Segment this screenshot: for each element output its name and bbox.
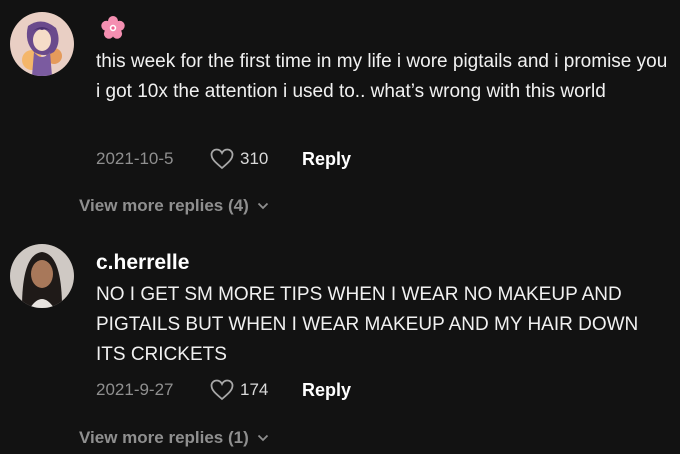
- chevron-down-icon: [257, 434, 268, 442]
- chevron-down-icon: [257, 202, 268, 210]
- like-count: 310: [240, 149, 269, 168]
- cherry-blossom-icon: [101, 16, 125, 39]
- avatar[interactable]: [10, 12, 74, 76]
- reply-button[interactable]: Reply: [302, 380, 351, 401]
- avatar-illustration-icon: [10, 12, 74, 76]
- comment-text: NO I GET SM MORE TIPS WHEN I WEAR NO MAK…: [96, 284, 639, 365]
- view-more-replies-label: View more replies (1): [79, 428, 249, 447]
- avatar[interactable]: [10, 244, 74, 308]
- heart-icon: [210, 379, 234, 401]
- comment-date: 2021-9-27: [96, 380, 174, 399]
- comment-date: 2021-10-5: [96, 149, 174, 168]
- reply-button[interactable]: Reply: [302, 149, 351, 170]
- like-button[interactable]: 174: [210, 379, 302, 401]
- comment-meta: 2021-10-5 310 Reply: [96, 145, 351, 173]
- heart-icon: [210, 148, 234, 170]
- like-button[interactable]: 310: [210, 148, 302, 170]
- view-more-replies-button[interactable]: View more replies (1): [79, 428, 269, 448]
- comment-text: this week for the first time in my life …: [96, 51, 668, 102]
- view-more-replies-button[interactable]: View more replies (4): [79, 196, 269, 216]
- like-count: 174: [240, 380, 269, 399]
- comment-meta: 2021-9-27 174 Reply: [96, 376, 351, 404]
- avatar-photo-icon: [10, 244, 74, 308]
- view-more-replies-label: View more replies (4): [79, 196, 249, 215]
- comment-username[interactable]: c.herrelle: [96, 251, 189, 275]
